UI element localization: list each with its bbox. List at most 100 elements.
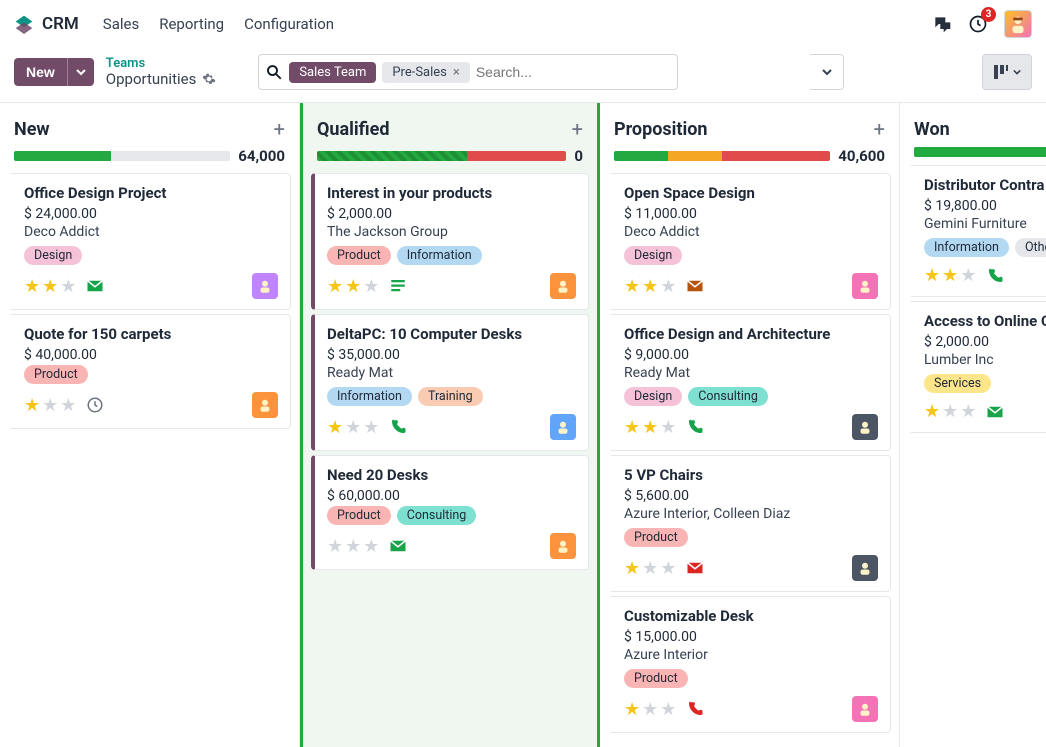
- envelope-icon[interactable]: [686, 277, 704, 295]
- star-icon[interactable]: ★: [660, 417, 676, 438]
- tag[interactable]: Services: [924, 374, 991, 393]
- tag[interactable]: Product: [24, 365, 88, 384]
- tag[interactable]: Product: [624, 669, 688, 688]
- list-icon[interactable]: [389, 277, 407, 295]
- breadcrumb-top[interactable]: Teams: [106, 57, 217, 71]
- tag[interactable]: Consulting: [397, 506, 477, 525]
- tag[interactable]: Product: [327, 246, 391, 265]
- star-icon[interactable]: ★: [960, 401, 976, 422]
- star-icon[interactable]: ★: [660, 699, 676, 720]
- assignee-avatar[interactable]: [252, 273, 278, 299]
- assignee-avatar[interactable]: [550, 533, 576, 559]
- opportunity-card[interactable]: DeltaPC: 10 Computer Desks $ 35,000.00 R…: [311, 314, 589, 451]
- clock-icon[interactable]: [86, 396, 104, 414]
- tag[interactable]: Product: [327, 506, 391, 525]
- phone-icon[interactable]: [686, 418, 704, 436]
- opportunity-card[interactable]: Access to Online C $ 2,000.00 Lumber Inc…: [908, 301, 1046, 433]
- star-icon[interactable]: ★: [924, 265, 940, 286]
- filter-chip-sales-team[interactable]: Sales Team: [289, 62, 376, 83]
- star-icon[interactable]: ★: [624, 276, 640, 297]
- star-icon[interactable]: ★: [942, 401, 958, 422]
- star-icon[interactable]: ★: [327, 417, 343, 438]
- opportunity-card[interactable]: Office Design Project $ 24,000.00 Deco A…: [8, 173, 291, 310]
- nav-reporting[interactable]: Reporting: [159, 15, 224, 33]
- column-title[interactable]: Qualified: [317, 119, 389, 140]
- assignee-avatar[interactable]: [852, 414, 878, 440]
- envelope-icon[interactable]: [686, 559, 704, 577]
- star-icon[interactable]: ★: [327, 276, 343, 297]
- star-icon[interactable]: ★: [660, 558, 676, 579]
- activity-icon[interactable]: 3: [968, 14, 988, 34]
- assignee-avatar[interactable]: [550, 414, 576, 440]
- star-icon[interactable]: ★: [660, 276, 676, 297]
- phone-icon[interactable]: [986, 267, 1004, 285]
- tag[interactable]: Other: [1015, 238, 1046, 257]
- star-icon[interactable]: ★: [624, 558, 640, 579]
- tag[interactable]: Product: [624, 528, 688, 547]
- column-title[interactable]: Proposition: [614, 119, 707, 140]
- assignee-avatar[interactable]: [852, 696, 878, 722]
- user-avatar[interactable]: [1004, 10, 1032, 38]
- star-icon[interactable]: ★: [327, 536, 343, 557]
- filter-chip-pre-sales[interactable]: Pre-Sales ×: [382, 62, 469, 83]
- envelope-icon[interactable]: [986, 403, 1004, 421]
- nav-configuration[interactable]: Configuration: [244, 15, 334, 33]
- envelope-icon[interactable]: [86, 277, 104, 295]
- tag[interactable]: Design: [624, 246, 682, 265]
- assignee-avatar[interactable]: [852, 555, 878, 581]
- search-dropdown[interactable]: [810, 54, 844, 90]
- star-icon[interactable]: ★: [60, 395, 76, 416]
- search-box[interactable]: Sales Team Pre-Sales ×: [258, 54, 678, 90]
- tag[interactable]: Consulting: [688, 387, 768, 406]
- star-icon[interactable]: ★: [942, 265, 958, 286]
- opportunity-card[interactable]: Interest in your products $ 2,000.00 The…: [311, 173, 589, 310]
- star-icon[interactable]: ★: [60, 276, 76, 297]
- star-icon[interactable]: ★: [363, 536, 379, 557]
- assignee-avatar[interactable]: [852, 273, 878, 299]
- star-icon[interactable]: ★: [363, 276, 379, 297]
- opportunity-card[interactable]: Customizable Desk $ 15,000.00 Azure Inte…: [608, 596, 891, 733]
- nav-sales[interactable]: Sales: [103, 15, 139, 33]
- brand[interactable]: CRM: [14, 14, 79, 34]
- star-icon[interactable]: ★: [960, 265, 976, 286]
- add-card-button[interactable]: +: [572, 117, 583, 141]
- star-icon[interactable]: ★: [345, 417, 361, 438]
- add-card-button[interactable]: +: [274, 117, 285, 141]
- tag[interactable]: Design: [624, 387, 682, 406]
- star-icon[interactable]: ★: [345, 536, 361, 557]
- star-icon[interactable]: ★: [642, 276, 658, 297]
- star-icon[interactable]: ★: [24, 276, 40, 297]
- opportunity-card[interactable]: Open Space Design $ 11,000.00 Deco Addic…: [608, 173, 891, 310]
- new-button-caret[interactable]: [67, 58, 94, 86]
- assignee-avatar[interactable]: [550, 273, 576, 299]
- phone-icon[interactable]: [389, 418, 407, 436]
- opportunity-card[interactable]: Need 20 Desks $ 60,000.00 ProductConsult…: [311, 455, 589, 570]
- view-kanban-button[interactable]: [982, 54, 1032, 90]
- star-icon[interactable]: ★: [42, 395, 58, 416]
- tag[interactable]: Information: [397, 246, 482, 265]
- tag[interactable]: Information: [924, 238, 1009, 257]
- star-icon[interactable]: ★: [642, 558, 658, 579]
- phone-icon[interactable]: [686, 700, 704, 718]
- messages-icon[interactable]: [932, 14, 952, 34]
- envelope-icon[interactable]: [389, 537, 407, 555]
- opportunity-card[interactable]: Distributor Contra $ 19,800.00 Gemini Fu…: [908, 165, 1046, 297]
- tag[interactable]: Training: [418, 387, 483, 406]
- star-icon[interactable]: ★: [624, 699, 640, 720]
- star-icon[interactable]: ★: [642, 699, 658, 720]
- gear-icon[interactable]: [202, 72, 216, 86]
- tag[interactable]: Information: [327, 387, 412, 406]
- opportunity-card[interactable]: Office Design and Architecture $ 9,000.0…: [608, 314, 891, 451]
- star-icon[interactable]: ★: [24, 395, 40, 416]
- star-icon[interactable]: ★: [42, 276, 58, 297]
- opportunity-card[interactable]: Quote for 150 carpets $ 40,000.00 Produc…: [8, 314, 291, 429]
- column-title[interactable]: New: [14, 119, 50, 140]
- column-title[interactable]: Won: [914, 119, 950, 140]
- opportunity-card[interactable]: 5 VP Chairs $ 5,600.00 Azure Interior, C…: [608, 455, 891, 592]
- assignee-avatar[interactable]: [252, 392, 278, 418]
- star-icon[interactable]: ★: [363, 417, 379, 438]
- star-icon[interactable]: ★: [642, 417, 658, 438]
- star-icon[interactable]: ★: [624, 417, 640, 438]
- new-button[interactable]: New: [14, 58, 67, 86]
- add-card-button[interactable]: +: [874, 117, 885, 141]
